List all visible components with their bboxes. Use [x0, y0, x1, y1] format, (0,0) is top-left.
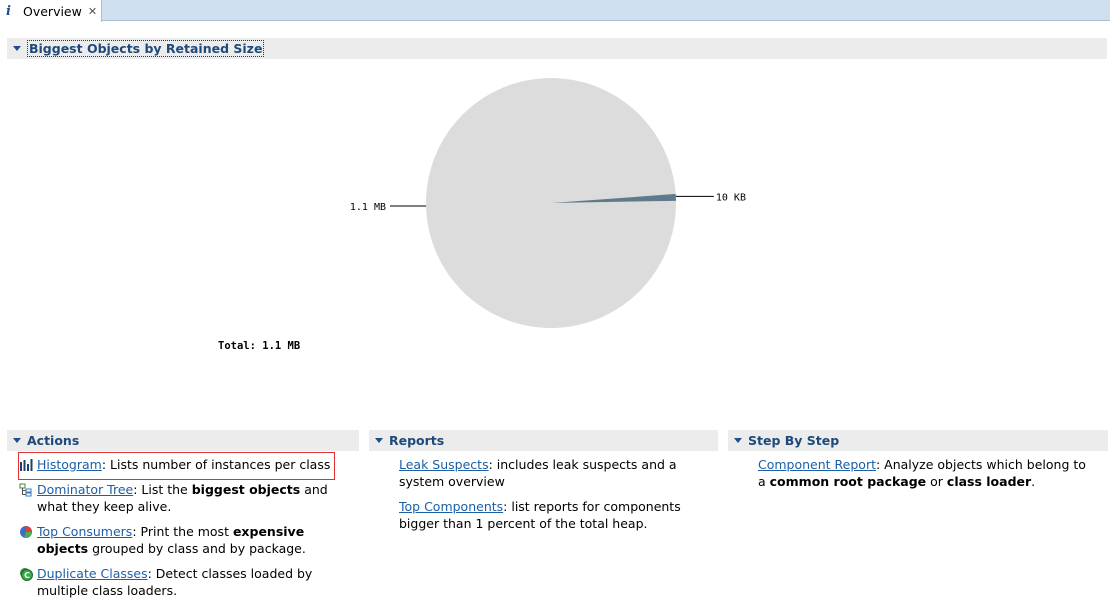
component-report-emphasis-package: common root package: [769, 474, 927, 489]
collapse-arrow-icon[interactable]: [13, 438, 21, 443]
top-consumers-description: : Print the most: [132, 524, 233, 539]
step-by-step-list: Component Report: Analyze objects which …: [740, 456, 1090, 498]
report-leak-suspects: Leak Suspects: includes leak suspects an…: [381, 456, 706, 490]
actions-list: Histogram: Lists number of instances per…: [19, 456, 349, 607]
tab-overview[interactable]: i Overview ✕: [0, 0, 102, 22]
collapse-arrow-icon[interactable]: [13, 46, 21, 51]
step-by-step-title: Step By Step: [748, 433, 840, 448]
reports-list: Leak Suspects: includes leak suspects an…: [381, 456, 706, 540]
biggest-objects-header[interactable]: Biggest Objects by Retained Size: [7, 38, 1107, 59]
reports-header[interactable]: Reports: [369, 430, 718, 451]
editor-tab-bar: i Overview ✕: [0, 0, 1110, 22]
action-histogram: Histogram: Lists number of instances per…: [19, 456, 349, 473]
actions-title: Actions: [27, 433, 80, 448]
info-icon: i: [6, 3, 11, 19]
component-report-link[interactable]: Component Report: [758, 457, 876, 472]
collapse-arrow-icon[interactable]: [734, 438, 742, 443]
close-icon[interactable]: ✕: [88, 5, 97, 18]
collapse-arrow-icon[interactable]: [375, 438, 383, 443]
dominator-tree-icon: [19, 483, 32, 497]
component-report-period: .: [1031, 474, 1036, 489]
pie-slice-large: [426, 78, 677, 329]
tab-overview-label: Overview: [23, 3, 82, 19]
biggest-objects-title[interactable]: Biggest Objects by Retained Size: [27, 40, 265, 57]
top-consumers-link[interactable]: Top Consumers: [37, 524, 132, 539]
step-by-step-header[interactable]: Step By Step: [728, 430, 1108, 451]
total-label: Total: 1.1 MB: [218, 340, 300, 352]
top-components-link[interactable]: Top Components: [399, 499, 503, 514]
dominator-tree-link[interactable]: Dominator Tree: [37, 482, 133, 497]
dominator-tree-emphasis: biggest objects: [191, 482, 301, 497]
component-report-emphasis-loader: class loader: [946, 474, 1032, 489]
svg-text:C: C: [24, 571, 30, 580]
top-consumers-description-end: grouped by class and by package.: [88, 541, 306, 556]
slice-label-large: 1.1 MB: [350, 202, 386, 213]
action-top-consumers: Top Consumers: Print the most expensive …: [19, 523, 349, 557]
leak-suspects-link[interactable]: Leak Suspects: [399, 457, 489, 472]
retained-size-pie-chart: 1.1 MB 10 KB Total: 1.1 MB: [218, 78, 746, 352]
action-dominator-tree: Dominator Tree: List the biggest objects…: [19, 481, 349, 515]
report-top-components: Top Components: list reports for compone…: [381, 498, 706, 532]
top-consumers-icon: [20, 526, 33, 539]
step-component-report: Component Report: Analyze objects which …: [740, 456, 1090, 490]
pie-slices: [426, 78, 677, 329]
duplicate-classes-icon: C: [20, 568, 33, 581]
dominator-tree-description: : List the: [133, 482, 192, 497]
component-report-connector: or: [926, 474, 947, 489]
slice-label-small: 10 KB: [716, 192, 746, 203]
histogram-icon: [20, 459, 33, 471]
histogram-description: : Lists number of instances per class: [101, 457, 331, 472]
reports-title: Reports: [389, 433, 445, 448]
action-duplicate-classes: C Duplicate Classes: Detect classes load…: [19, 565, 349, 599]
actions-header[interactable]: Actions: [7, 430, 359, 451]
duplicate-classes-link[interactable]: Duplicate Classes: [37, 566, 148, 581]
histogram-link[interactable]: Histogram: [37, 457, 102, 472]
